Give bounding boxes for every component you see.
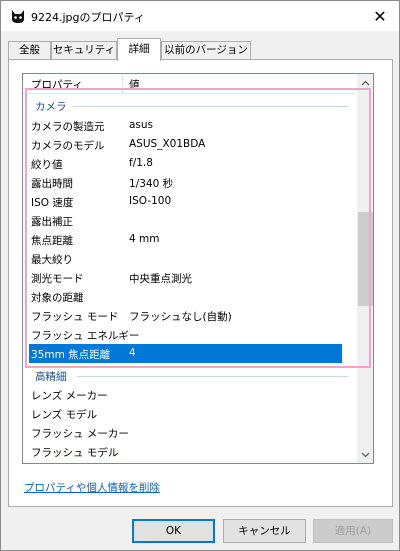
group-label: 高精細 [35, 371, 67, 383]
list-item[interactable]: カメラのモデル ASUS_X01BDA [23, 135, 356, 154]
tab-previous-versions[interactable]: 以前のバージョン [161, 41, 251, 60]
property-name: 絞り値 [31, 159, 63, 171]
property-value: 4 [129, 347, 136, 359]
column-header-value[interactable]: 値 [129, 77, 140, 92]
list-item[interactable]: レンズ モデル [23, 404, 356, 423]
property-name: フラッシュ メーカー [31, 428, 129, 440]
list-item[interactable]: 最大絞り [23, 249, 356, 268]
window-title: 9224.jpgのプロパティ [31, 11, 145, 24]
tab-details[interactable]: 詳細 [117, 38, 161, 61]
list-item[interactable]: レンズ メーカー [23, 385, 356, 404]
property-value: 4 mm [129, 233, 160, 245]
cancel-button[interactable]: キャンセル [223, 519, 306, 543]
chevron-up-icon [361, 80, 370, 85]
close-icon: ✕ [373, 6, 387, 26]
property-value: ISO-100 [129, 195, 172, 207]
property-name: フラッシュ モード [31, 311, 119, 323]
list-item[interactable]: 焦点距離 4 mm [23, 230, 356, 249]
group-divider [77, 376, 348, 377]
properties-dialog: 9224.jpgのプロパティ ✕ 全般 セキュリティ 詳細 以前のバージョン プ… [0, 0, 400, 551]
property-name: 測光モード [31, 273, 84, 285]
property-name: レンズ メーカー [31, 390, 108, 402]
list-item[interactable]: フラッシュ メーカー [23, 423, 356, 442]
list-item[interactable]: フラッシュ エネルギー [23, 325, 356, 344]
column-divider[interactable] [122, 74, 123, 94]
list-item-selected[interactable]: 35mm 焦点距離 4 [23, 344, 356, 363]
property-name: 対象の距離 [31, 292, 84, 304]
title-bar: 9224.jpgのプロパティ ✕ [1, 1, 399, 31]
property-name: 焦点距離 [31, 235, 73, 247]
group-label: カメラ [35, 101, 67, 113]
list-item[interactable]: 露出補正 [23, 211, 356, 230]
property-name: フラッシュ エネルギー [31, 330, 140, 342]
vertical-scrollbar[interactable] [357, 74, 373, 463]
property-name: 露出補正 [31, 216, 73, 228]
scroll-thumb[interactable] [358, 212, 373, 306]
list-header: プロパティ 値 [23, 74, 356, 94]
property-value: asus [129, 119, 154, 131]
property-name: 35mm 焦点距離 [31, 349, 111, 361]
property-name: ISO 速度 [31, 197, 74, 209]
group-divider [73, 106, 348, 107]
group-header-camera: カメラ [23, 96, 356, 115]
property-value: 中央重点測光 [129, 273, 192, 285]
property-name: フラッシュ モデル [31, 447, 119, 459]
scroll-down-button[interactable] [357, 446, 373, 463]
property-name: カメラの製造元 [31, 121, 105, 133]
list-item[interactable]: 対象の距離 [23, 287, 356, 306]
property-value: f/1.8 [129, 157, 153, 169]
list-item[interactable]: 絞り値 f/1.8 [23, 154, 356, 173]
column-header-property[interactable]: プロパティ [31, 77, 83, 92]
property-name: 露出時間 [31, 178, 73, 190]
remove-properties-link[interactable]: プロパティや個人情報を削除 [24, 480, 160, 495]
property-name: 最大絞り [31, 254, 73, 266]
property-name: カメラのモデル [31, 140, 105, 152]
property-value: ASUS_X01BDA [129, 138, 206, 150]
cat-app-icon [10, 9, 26, 24]
list-item[interactable]: 測光モード 中央重点測光 [23, 268, 356, 287]
tab-general[interactable]: 全般 [8, 41, 51, 60]
list-item[interactable]: カメラの製造元 asus [23, 116, 356, 135]
list-item[interactable]: 露出時間 1/340 秒 [23, 173, 356, 192]
property-list[interactable]: プロパティ 値 カメラ カメラの製造元 asus カメラのモデル ASUS_X0… [22, 73, 374, 464]
list-item[interactable]: ISO 速度 ISO-100 [23, 192, 356, 211]
group-header-advanced: 高精細 [23, 366, 356, 385]
tab-security[interactable]: セキュリティ [51, 41, 117, 60]
property-value: フラッシュなし(自動) [129, 311, 232, 323]
close-button[interactable]: ✕ [361, 1, 399, 31]
scroll-up-button[interactable] [357, 74, 373, 91]
list-item[interactable]: フラッシュ モデル [23, 442, 356, 461]
ok-button[interactable]: OK [132, 519, 215, 543]
list-item[interactable]: フラッシュ モード フラッシュなし(自動) [23, 306, 356, 325]
chevron-down-icon [361, 452, 370, 457]
property-value: 1/340 秒 [129, 178, 174, 190]
apply-button[interactable]: 適用(A) [313, 519, 393, 543]
property-name: レンズ モデル [31, 409, 98, 421]
